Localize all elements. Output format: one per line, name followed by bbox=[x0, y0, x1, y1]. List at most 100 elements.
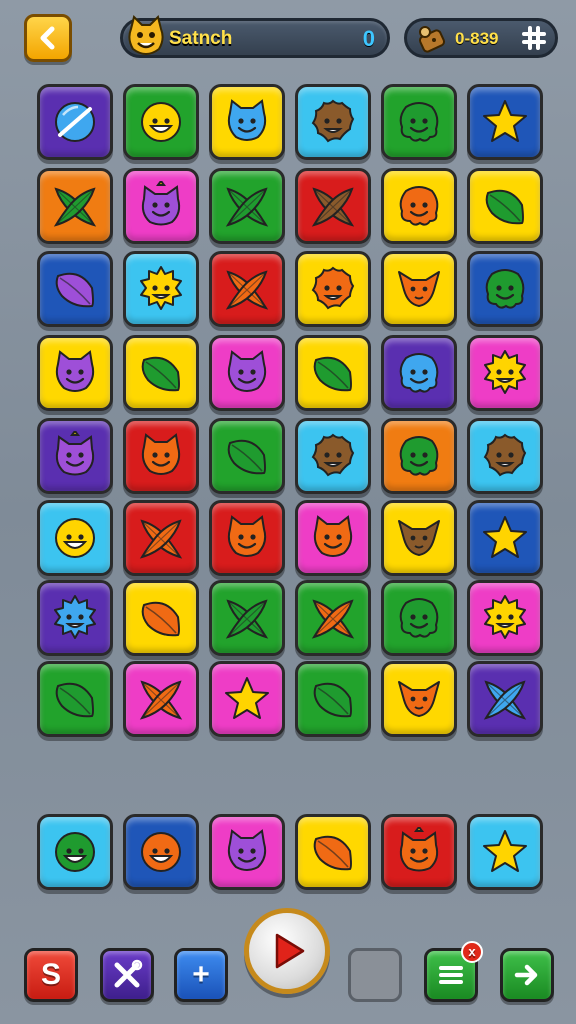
crossed-tools-icon bbox=[114, 959, 143, 988]
horned-cat-icon bbox=[141, 181, 181, 226]
board-tile[interactable] bbox=[209, 335, 285, 411]
board-tile[interactable] bbox=[381, 418, 457, 494]
notification-badge: x bbox=[461, 941, 483, 963]
board-tile[interactable] bbox=[209, 580, 285, 656]
tray-tile[interactable] bbox=[467, 814, 543, 890]
list-icon bbox=[439, 966, 463, 984]
empty-slot-button[interactable] bbox=[348, 948, 402, 1002]
board-tile[interactable] bbox=[467, 168, 543, 244]
board-tile[interactable] bbox=[295, 661, 371, 737]
horned-cat-icon bbox=[399, 827, 439, 872]
smiley-icon bbox=[141, 102, 181, 142]
board-tile[interactable] bbox=[381, 661, 457, 737]
board-tile[interactable] bbox=[209, 418, 285, 494]
board-tile[interactable] bbox=[295, 84, 371, 160]
play-button[interactable] bbox=[244, 908, 330, 994]
tray-tile[interactable] bbox=[37, 814, 113, 890]
crossed-leaves-icon bbox=[225, 187, 269, 227]
board-tile[interactable] bbox=[123, 500, 199, 576]
smiley-icon bbox=[55, 518, 95, 558]
tray-tile[interactable] bbox=[209, 814, 285, 890]
board-tile[interactable] bbox=[467, 418, 543, 494]
board-tile[interactable] bbox=[209, 500, 285, 576]
board-tile[interactable] bbox=[37, 251, 113, 327]
board-tile[interactable] bbox=[37, 335, 113, 411]
board-tile[interactable] bbox=[123, 251, 199, 327]
board-tile[interactable] bbox=[209, 251, 285, 327]
board-tile[interactable] bbox=[295, 335, 371, 411]
star-icon bbox=[225, 677, 269, 719]
board-tile[interactable] bbox=[467, 251, 543, 327]
leaf-icon bbox=[141, 356, 180, 392]
board-tile[interactable] bbox=[123, 580, 199, 656]
fuzzy-monster-icon bbox=[311, 433, 355, 477]
blob-monster-icon bbox=[399, 598, 439, 638]
shuffle-button[interactable] bbox=[100, 948, 154, 1002]
board-tile[interactable] bbox=[295, 251, 371, 327]
board-tile[interactable] bbox=[123, 335, 199, 411]
cat-face-icon bbox=[227, 350, 267, 392]
game-board bbox=[0, 0, 576, 1024]
cat-face-icon bbox=[227, 515, 267, 557]
board-tile[interactable] bbox=[123, 661, 199, 737]
board-tile[interactable] bbox=[295, 500, 371, 576]
s-button[interactable]: S bbox=[24, 948, 78, 1002]
board-tile[interactable] bbox=[467, 580, 543, 656]
spiky-monster-icon bbox=[484, 595, 526, 639]
leaf-icon bbox=[227, 439, 266, 475]
blob-monster-icon bbox=[399, 436, 439, 476]
play-triangle-icon bbox=[275, 933, 305, 969]
star-icon bbox=[483, 830, 527, 872]
board-tile[interactable] bbox=[381, 84, 457, 160]
board-tile[interactable] bbox=[467, 335, 543, 411]
board-tile[interactable] bbox=[209, 168, 285, 244]
crossed-leaves-icon bbox=[139, 519, 183, 559]
leaf-icon bbox=[313, 356, 352, 392]
next-button[interactable] bbox=[500, 948, 554, 1002]
crossed-leaves-icon bbox=[139, 680, 183, 720]
board-tile[interactable] bbox=[467, 84, 543, 160]
blob-monster-icon bbox=[399, 102, 439, 142]
fox-face-icon bbox=[398, 681, 440, 717]
board-tile[interactable] bbox=[37, 418, 113, 494]
spiky-monster-icon bbox=[54, 595, 96, 639]
board-tile[interactable] bbox=[295, 168, 371, 244]
menu-button[interactable]: x bbox=[424, 941, 483, 1002]
tray-tile[interactable] bbox=[295, 814, 371, 890]
add-button[interactable]: + bbox=[174, 948, 228, 1002]
fox-face-icon bbox=[398, 271, 440, 307]
board-tile[interactable] bbox=[381, 500, 457, 576]
board-tile[interactable] bbox=[37, 84, 113, 160]
board-tile[interactable] bbox=[295, 418, 371, 494]
blob-monster-icon bbox=[399, 353, 439, 393]
leaf-icon bbox=[141, 601, 180, 637]
board-tile[interactable] bbox=[37, 661, 113, 737]
board-tile[interactable] bbox=[37, 500, 113, 576]
crossed-leaves-icon bbox=[225, 270, 269, 310]
board-tile[interactable] bbox=[37, 168, 113, 244]
leaf-icon bbox=[55, 272, 94, 308]
board-tile[interactable] bbox=[123, 418, 199, 494]
cat-face-icon bbox=[227, 829, 267, 871]
board-tile[interactable] bbox=[209, 661, 285, 737]
cat-face-icon bbox=[141, 433, 181, 475]
board-tile[interactable] bbox=[295, 580, 371, 656]
tray-tile[interactable] bbox=[123, 814, 199, 890]
board-tile[interactable] bbox=[381, 251, 457, 327]
s-button-label: S bbox=[40, 958, 61, 991]
board-tile[interactable] bbox=[37, 580, 113, 656]
board-tile[interactable] bbox=[123, 84, 199, 160]
blob-monster-icon bbox=[399, 186, 439, 226]
board-tile[interactable] bbox=[123, 168, 199, 244]
board-tile[interactable] bbox=[209, 84, 285, 160]
board-tile[interactable] bbox=[381, 168, 457, 244]
board-tile[interactable] bbox=[467, 661, 543, 737]
smiley-icon bbox=[55, 832, 95, 872]
spiky-monster-icon bbox=[140, 266, 182, 310]
board-tile[interactable] bbox=[381, 580, 457, 656]
board-tile[interactable] bbox=[467, 500, 543, 576]
crossed-leaves-icon bbox=[483, 680, 527, 720]
spiky-monster-icon bbox=[484, 350, 526, 394]
tray-tile[interactable] bbox=[381, 814, 457, 890]
board-tile[interactable] bbox=[381, 335, 457, 411]
